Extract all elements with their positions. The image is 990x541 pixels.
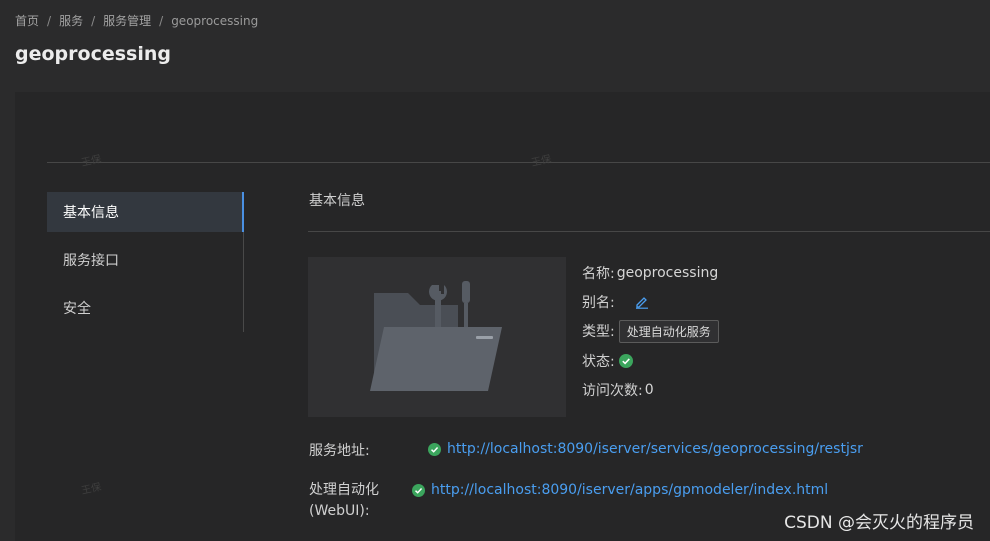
- check-circle-icon: [428, 442, 441, 456]
- service-address-label: 服务地址:: [309, 443, 370, 459]
- service-address-link-wrap: http://localhost:8090/iserver/services/g…: [428, 441, 863, 457]
- service-info: 名称: geoprocessing 别名: 类型: 处理自动化服务 状态: 访问…: [582, 258, 719, 404]
- breadcrumb-home[interactable]: 首页: [15, 12, 39, 29]
- info-row-status: 状态:: [582, 346, 719, 375]
- nav-item-service-interface[interactable]: 服务接口: [47, 240, 243, 280]
- page-title: geoprocessing: [15, 43, 171, 65]
- info-row-alias: 别名:: [582, 287, 719, 316]
- name-label: 名称:: [582, 265, 615, 282]
- watermark: 王保: [80, 153, 103, 169]
- info-row-visits: 访问次数: 0: [582, 375, 719, 404]
- nav-item-label: 基本信息: [63, 205, 119, 221]
- visits-value: 0: [644, 381, 654, 398]
- section-title: 基本信息: [309, 193, 365, 209]
- webui-address-link[interactable]: http://localhost:8090/iserver/apps/gpmod…: [431, 482, 828, 498]
- check-circle-icon: [618, 353, 633, 368]
- divider: [47, 162, 990, 163]
- check-circle-icon: [412, 483, 425, 497]
- service-address-row: 服务地址: http://localhost:8090/iserver/serv…: [309, 440, 989, 460]
- breadcrumb-service-management[interactable]: 服务管理: [103, 12, 151, 29]
- service-address-link[interactable]: http://localhost:8090/iserver/services/g…: [447, 441, 863, 457]
- webui-address-link-wrap: http://localhost:8090/iserver/apps/gpmod…: [412, 482, 828, 498]
- alias-label: 别名:: [582, 294, 615, 311]
- webui-label-line1: 处理自动化: [309, 482, 379, 498]
- webui-address-label: 处理自动化 (WebUI):: [309, 480, 379, 522]
- service-thumbnail: [308, 257, 566, 417]
- edit-icon[interactable]: [635, 295, 649, 309]
- nav-item-security[interactable]: 安全: [47, 288, 243, 328]
- folder-tools-icon: [370, 281, 502, 391]
- footer-watermark: CSDN @会灭火的程序员: [784, 513, 974, 533]
- name-value: geoprocessing: [616, 264, 719, 281]
- side-nav: 基本信息 服务接口 安全: [47, 192, 244, 332]
- breadcrumb-separator: /: [159, 13, 164, 28]
- breadcrumb: 首页 / 服务 / 服务管理 / geoprocessing: [15, 12, 258, 29]
- breadcrumb-services[interactable]: 服务: [59, 12, 83, 29]
- divider: [308, 231, 990, 232]
- watermark: 王保: [80, 481, 103, 497]
- visits-label: 访问次数:: [582, 382, 643, 399]
- webui-label-line2: (WebUI):: [309, 503, 370, 519]
- nav-item-label: 安全: [63, 301, 91, 317]
- status-label: 状态:: [582, 353, 615, 370]
- nav-item-basic-info[interactable]: 基本信息: [47, 192, 244, 232]
- breadcrumb-separator: /: [91, 13, 96, 28]
- info-row-type: 类型: 处理自动化服务: [582, 317, 719, 346]
- breadcrumb-separator: /: [47, 13, 52, 28]
- info-row-name: 名称: geoprocessing: [582, 258, 719, 287]
- breadcrumb-current: geoprocessing: [171, 13, 259, 28]
- nav-item-label: 服务接口: [63, 253, 119, 269]
- service-detail-panel: 王保 王保 王保 基本信息 服务接口 安全 基本信息 名称: geoproces…: [15, 92, 990, 541]
- type-tag: 处理自动化服务: [618, 319, 719, 343]
- type-label: 类型:: [582, 324, 615, 341]
- watermark: 王保: [530, 153, 553, 169]
